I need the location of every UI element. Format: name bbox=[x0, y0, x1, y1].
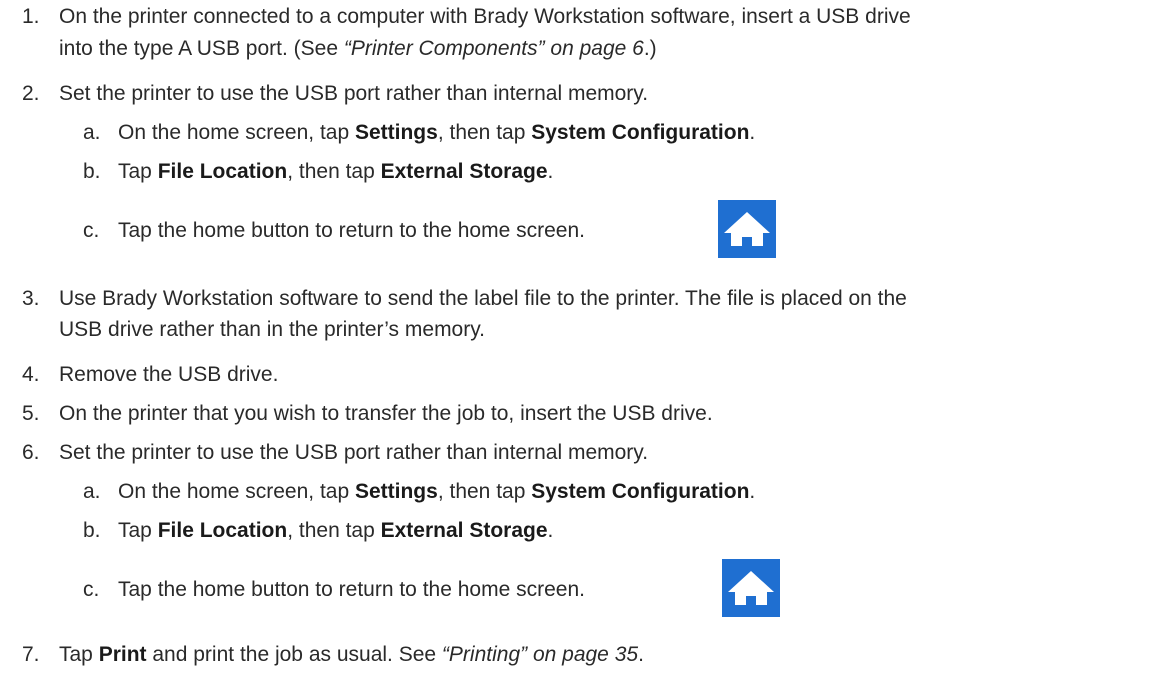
home-icon-glyph bbox=[724, 212, 770, 246]
substep-text: On the home screen, tap bbox=[118, 480, 355, 503]
ui-term-file-location: File Location bbox=[157, 160, 288, 183]
substep-letter: b. bbox=[83, 519, 101, 542]
substep-text: . bbox=[547, 519, 554, 542]
home-icon-glyph bbox=[728, 571, 774, 605]
step-number: 4. bbox=[22, 363, 40, 386]
step-number: 1. bbox=[22, 5, 40, 28]
substep-text: On the home screen, tap bbox=[118, 121, 355, 144]
step-text: . bbox=[638, 643, 644, 666]
ui-term-system-configuration: System Configuration bbox=[531, 480, 750, 503]
substep-text: , then tap bbox=[437, 480, 532, 503]
substep-letter: b. bbox=[83, 160, 101, 183]
ui-term-file-location: File Location bbox=[157, 519, 288, 542]
step-text: Set the printer to use the USB port rath… bbox=[59, 82, 649, 105]
step-text: Tap bbox=[59, 643, 99, 666]
step-text: and print the job as usual. See bbox=[146, 643, 442, 666]
substep-letter: c. bbox=[83, 578, 100, 601]
home-icon bbox=[722, 559, 780, 617]
cross-reference-link[interactable]: “Printer Components” on page 6 bbox=[344, 37, 644, 60]
step-number: 2. bbox=[22, 82, 40, 105]
step-text: On the printer that you wish to transfer… bbox=[59, 402, 713, 425]
step-text: Set the printer to use the USB port rath… bbox=[59, 441, 649, 464]
step-text: On the printer connected to a computer w… bbox=[59, 5, 911, 28]
substep-letter: a. bbox=[83, 480, 101, 503]
step-text: USB drive rather than in the printer’s m… bbox=[59, 318, 486, 341]
substep-text: Tap the home button to return to the hom… bbox=[118, 578, 585, 601]
substep-text: , then tap bbox=[287, 519, 381, 542]
substep-text: Tap bbox=[118, 519, 158, 542]
ui-term-system-configuration: System Configuration bbox=[531, 121, 750, 144]
substep-letter: c. bbox=[83, 219, 100, 242]
step-number: 5. bbox=[22, 402, 40, 425]
step-text: into the type A USB port. (See bbox=[59, 37, 344, 60]
ui-term-print: Print bbox=[98, 643, 147, 666]
step-number: 6. bbox=[22, 441, 40, 464]
substep-text: . bbox=[749, 480, 756, 503]
ui-term-external-storage: External Storage bbox=[380, 519, 548, 542]
step-number: 7. bbox=[22, 643, 40, 666]
ui-term-external-storage: External Storage bbox=[380, 160, 548, 183]
substep-text: Tap the home button to return to the hom… bbox=[118, 219, 585, 242]
step-text: Use Brady Workstation software to send t… bbox=[59, 287, 907, 310]
step-text: Remove the USB drive. bbox=[59, 363, 279, 386]
cross-reference-link[interactable]: “Printing” on page 35 bbox=[442, 643, 638, 666]
home-icon bbox=[718, 200, 776, 258]
substep-text: . bbox=[547, 160, 554, 183]
ui-term-settings: Settings bbox=[354, 480, 438, 503]
substep-text: , then tap bbox=[287, 160, 381, 183]
substep-text: Tap bbox=[118, 160, 158, 183]
step-text: .) bbox=[643, 37, 657, 60]
ui-term-settings: Settings bbox=[354, 121, 438, 144]
step-number: 3. bbox=[22, 287, 40, 310]
substep-text: . bbox=[749, 121, 756, 144]
substep-text: , then tap bbox=[437, 121, 532, 144]
substep-letter: a. bbox=[83, 121, 101, 144]
